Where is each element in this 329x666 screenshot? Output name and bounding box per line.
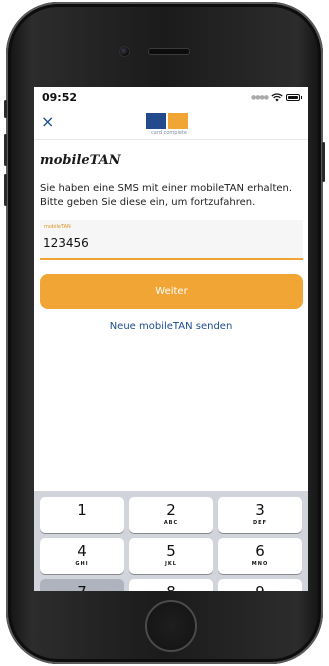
key-letters: GHI	[75, 561, 89, 567]
instructions-text: Sie haben eine SMS mit einer mobileTAN e…	[40, 183, 293, 208]
volume-up-button	[4, 134, 7, 166]
volume-down-button	[4, 174, 7, 206]
battery-icon	[286, 94, 300, 101]
key-digit: 4	[77, 542, 87, 560]
signal-icon: ●●●●	[251, 94, 269, 101]
mobiletan-input[interactable]	[43, 234, 293, 252]
key-letters: MNO	[251, 561, 269, 567]
home-button[interactable]	[145, 600, 197, 652]
key-letters: JKL	[165, 561, 177, 567]
key-4[interactable]: 4 GHI	[40, 538, 124, 574]
key-2[interactable]: 2 ABC	[129, 497, 213, 533]
mobiletan-field[interactable]: mobileTAN	[40, 220, 303, 260]
status-bar: 09:52 ●●●●	[34, 87, 308, 109]
mute-switch	[4, 100, 7, 118]
key-letters: ABC	[163, 520, 179, 526]
key-digit: 3	[255, 501, 265, 519]
key-9[interactable]: 9	[218, 579, 302, 591]
key-digit: 1	[77, 501, 87, 519]
key-digit: 5	[166, 542, 176, 560]
numeric-keypad: 1 2 ABC 3 DEF 4 GHI 5 JKL 6 MNO 7 8	[34, 491, 308, 591]
logo-orange-square	[168, 113, 188, 129]
key-digit: 7	[40, 579, 124, 591]
wifi-icon	[271, 93, 283, 102]
front-camera	[119, 46, 130, 57]
key-1[interactable]: 1	[40, 497, 124, 533]
battery-tip	[301, 96, 302, 99]
page-title: mobileTAN	[40, 153, 121, 168]
resend-tan-link[interactable]: Neue mobileTAN senden	[34, 321, 308, 332]
key-3[interactable]: 3 DEF	[218, 497, 302, 533]
close-icon[interactable]: ×	[41, 113, 54, 131]
app-screen: 09:52 ●●●● × card complete mobileTAN Sie…	[34, 87, 308, 591]
weiter-button[interactable]: Weiter	[40, 274, 303, 309]
key-5[interactable]: 5 JKL	[129, 538, 213, 574]
key-letters: DEF	[253, 520, 267, 526]
key-digit: 6	[255, 542, 265, 560]
key-digit: 8	[129, 579, 213, 591]
status-icons: ●●●●	[251, 93, 302, 102]
key-digit: 2	[166, 501, 176, 519]
key-8[interactable]: 8	[129, 579, 213, 591]
mobiletan-field-label: mobileTAN	[44, 224, 71, 230]
earpiece-speaker	[148, 48, 190, 55]
power-button	[322, 142, 325, 182]
key-7[interactable]: 7	[40, 579, 124, 591]
nav-bar: × card complete	[34, 109, 308, 140]
key-digit: 9	[218, 579, 302, 591]
card-complete-logo: card complete	[142, 113, 196, 139]
logo-text: card complete	[151, 130, 187, 136]
status-time: 09:52	[42, 91, 78, 104]
logo-blue-square	[146, 113, 166, 129]
key-6[interactable]: 6 MNO	[218, 538, 302, 574]
